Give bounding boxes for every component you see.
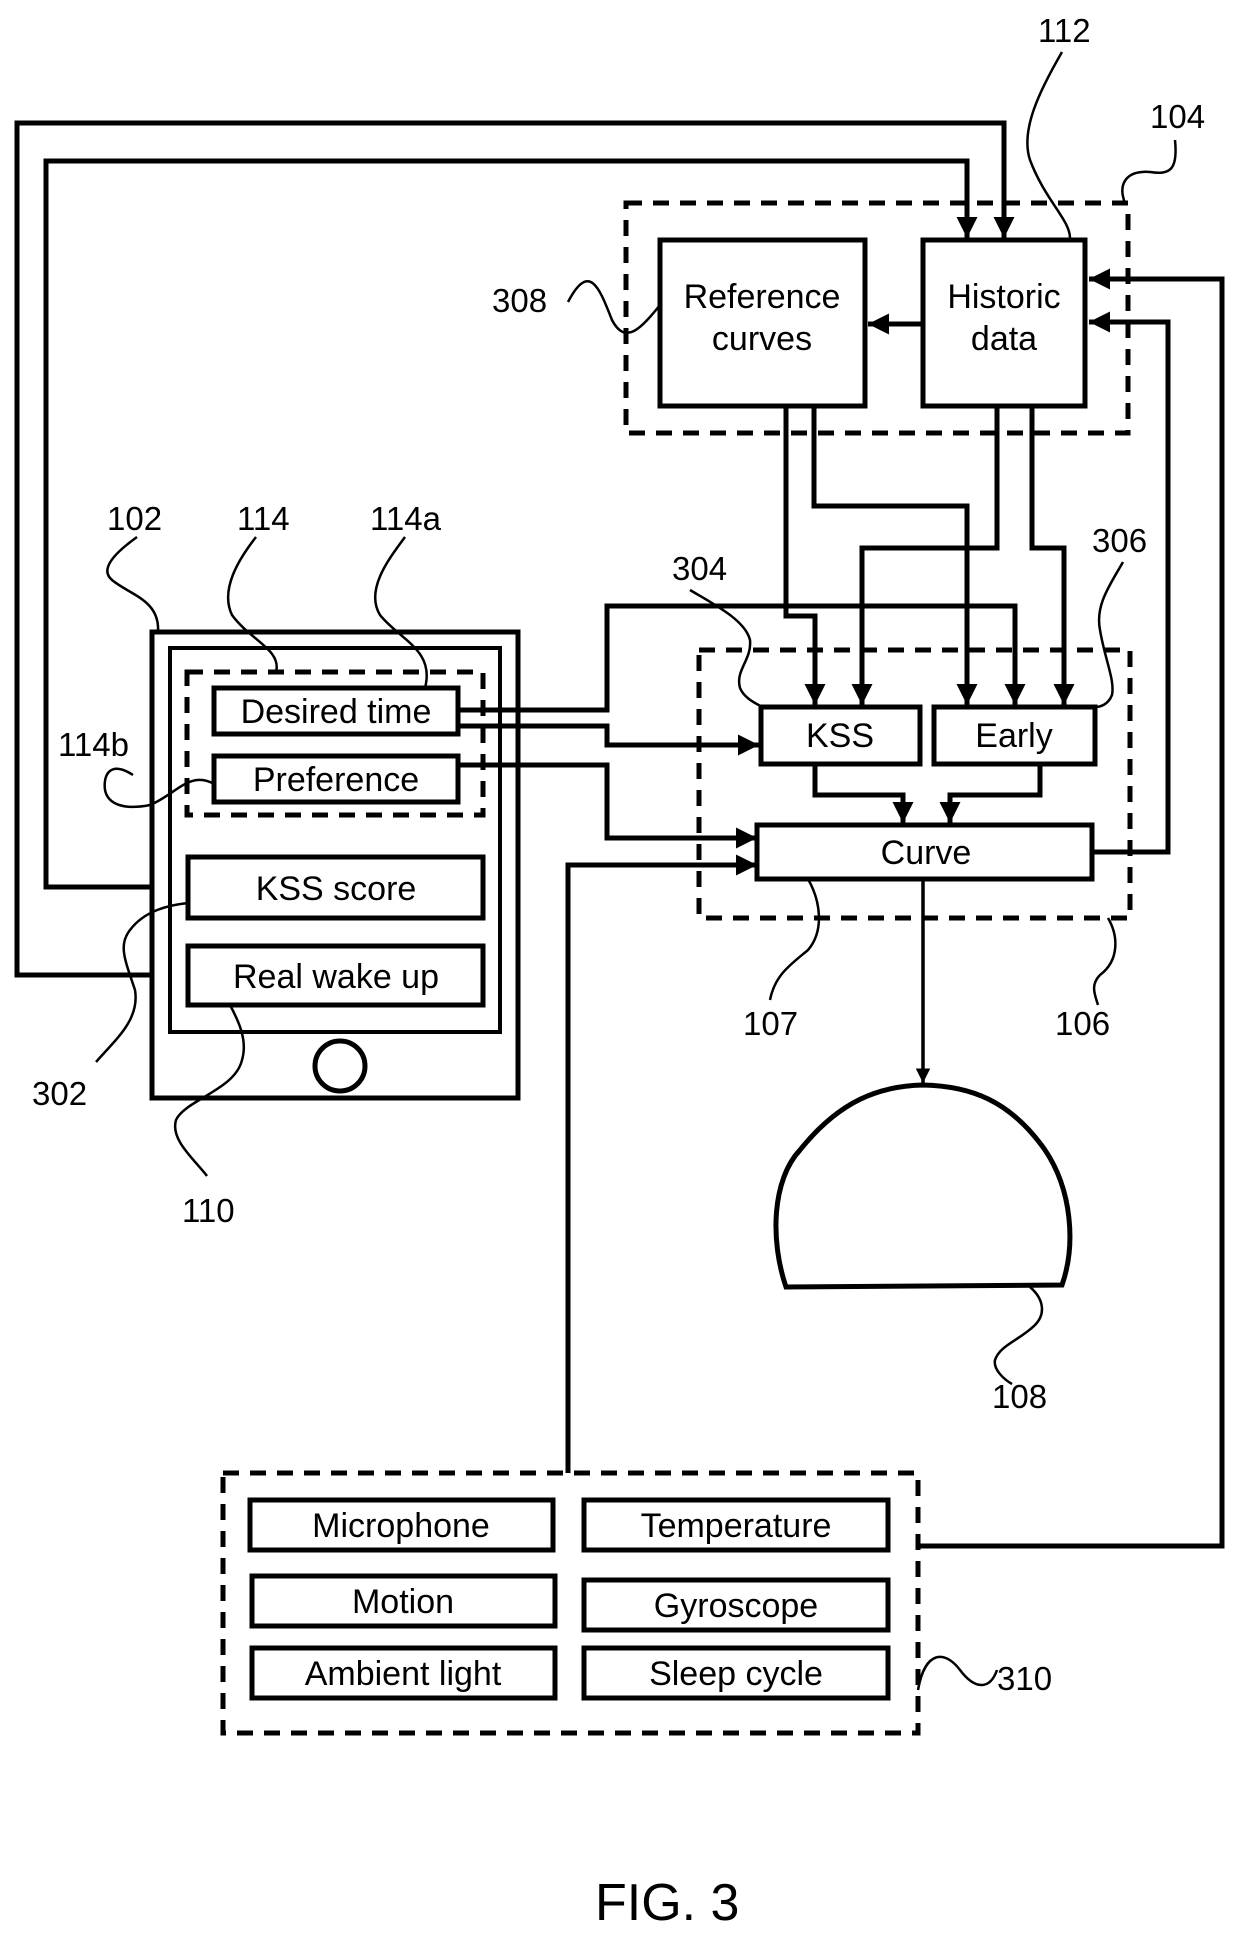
sensor-temperature: Temperature [581, 1497, 891, 1553]
real-wake-up-label: Real wake up [233, 958, 439, 996]
sensor-ambient-light: Ambient light [249, 1645, 558, 1701]
ref-108: 108 [992, 1378, 1047, 1415]
ref-304: 304 [672, 550, 727, 587]
wire-early-to-curve [939, 764, 1043, 823]
sensor-gyroscope: Gyroscope [581, 1577, 891, 1633]
historic-data-label-2: data [971, 320, 1037, 358]
wire-reference-to-kss [783, 406, 826, 705]
ref-114b: 114b [58, 726, 129, 763]
patent-diagram: Reference curves Historic data Desired t… [14, 12, 1225, 1932]
sensor-label: Temperature [641, 1507, 832, 1545]
sensor-sleep-cycle: Sleep cycle [581, 1645, 891, 1701]
ref-114a: 114a [370, 500, 442, 537]
wire-historic-to-early [1029, 406, 1075, 705]
sensor-label: Gyroscope [654, 1587, 818, 1625]
sensor-label: Microphone [312, 1507, 490, 1545]
ref-102: 102 [107, 500, 162, 537]
ref-308: 308 [492, 282, 547, 319]
ref-107: 107 [743, 1005, 798, 1042]
wire-sensors-to-historic [918, 268, 1225, 1549]
sensor-label: Motion [352, 1583, 454, 1621]
phone-home-button [312, 1038, 368, 1094]
ref-106: 106 [1055, 1005, 1110, 1042]
wire-kss-to-curve [812, 764, 914, 823]
ref-104: 104 [1150, 98, 1205, 135]
kss-score-field[interactable]: KSS score [185, 854, 486, 921]
wire-reference-to-early [811, 406, 978, 705]
wire-sensors-to-curve [565, 854, 757, 1473]
real-wake-up-field[interactable]: Real wake up [185, 943, 486, 1008]
ref-114: 114 [237, 500, 290, 537]
desired-time-label: Desired time [241, 693, 432, 731]
ref-310: 310 [997, 1660, 1052, 1697]
ref-112: 112 [1038, 12, 1091, 49]
sensor-microphone: Microphone [247, 1497, 556, 1553]
preference-label: Preference [253, 761, 419, 799]
sensor-motion: Motion [249, 1573, 558, 1629]
early-label: Early [975, 717, 1052, 755]
kss-label: KSS [806, 717, 874, 755]
light-device-dome [773, 1082, 1073, 1290]
desired-time-field[interactable]: Desired time [211, 685, 461, 737]
ref-110: 110 [182, 1192, 235, 1229]
ref-302: 302 [32, 1075, 87, 1112]
kss-score-label: KSS score [256, 870, 417, 908]
sensor-label: Sleep cycle [649, 1655, 823, 1693]
curve-label: Curve [881, 834, 972, 872]
wire-historic-to-kss [851, 406, 1000, 705]
reference-curves-label-2: curves [712, 320, 812, 358]
figure-caption: FIG. 3 [595, 1874, 739, 1932]
sensor-label: Ambient light [305, 1655, 502, 1693]
historic-data-label-1: Historic [947, 278, 1060, 316]
ref-306: 306 [1092, 522, 1147, 559]
reference-curves-label-1: Reference [684, 278, 841, 316]
preference-field[interactable]: Preference [211, 753, 461, 805]
